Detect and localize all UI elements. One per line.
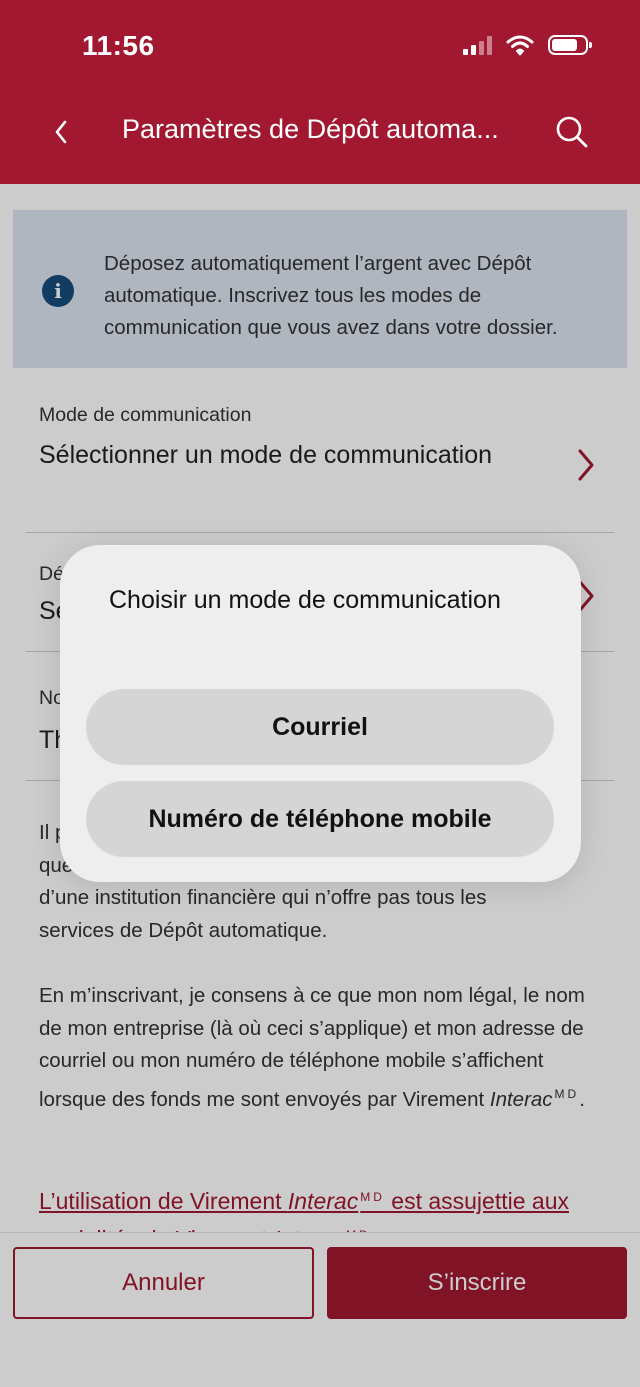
dialog-title: Choisir un mode de communication	[109, 586, 501, 614]
status-time: 11:56	[82, 30, 155, 61]
option-mobile-phone-button[interactable]: Numéro de téléphone mobile	[86, 781, 554, 857]
option-email-button[interactable]: Courriel	[86, 689, 554, 765]
cellular-signal-icon	[463, 35, 492, 55]
search-icon	[556, 116, 588, 148]
search-button[interactable]	[552, 112, 592, 152]
chevron-left-icon	[55, 120, 67, 144]
back-button[interactable]	[46, 112, 76, 152]
status-icons	[463, 34, 592, 56]
battery-icon	[548, 35, 592, 55]
page-title: Paramètres de Dépôt automa...	[122, 114, 499, 144]
communication-mode-dialog: Choisir un mode de communication Courrie…	[60, 545, 581, 882]
wifi-icon	[506, 35, 534, 56]
app-header: 11:56 Paramètres de Dépôt automa...	[0, 0, 640, 184]
